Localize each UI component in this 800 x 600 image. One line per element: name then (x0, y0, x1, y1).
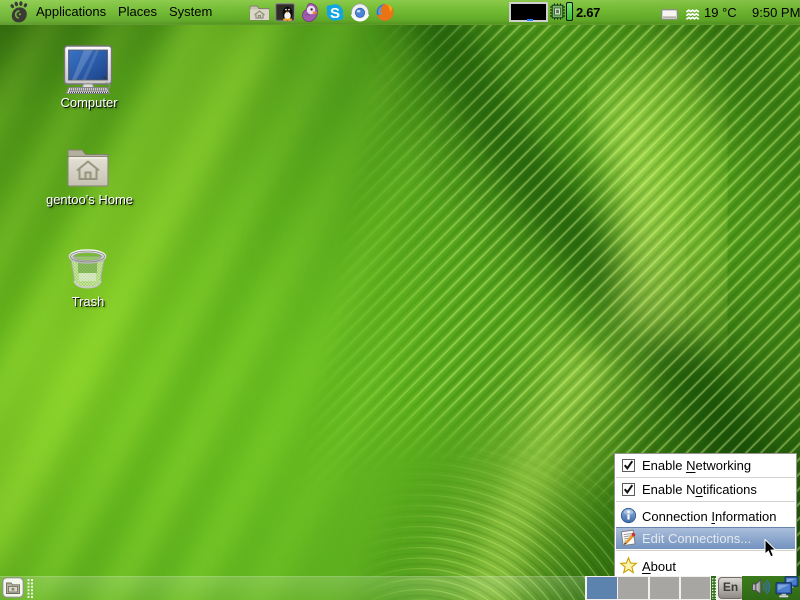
svg-text:S: S (330, 5, 340, 22)
